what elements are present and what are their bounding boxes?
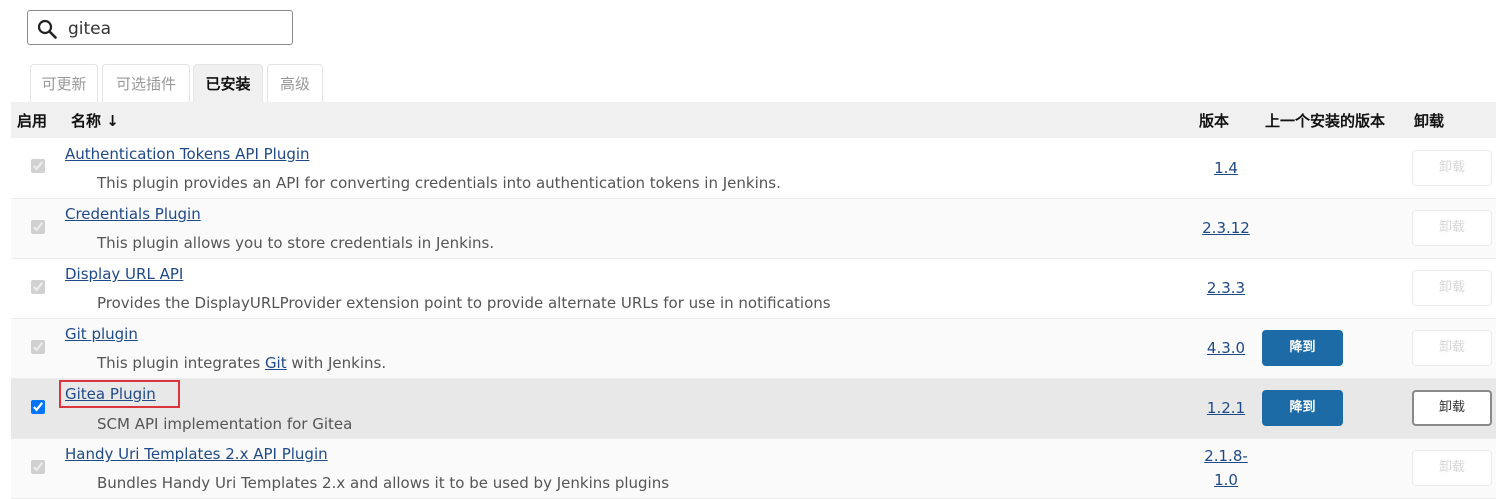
plugin-version-link[interactable]: 2.3.3 xyxy=(1207,279,1245,297)
table-header-row: 启用 名称 ↓ 版本 上一个安装的版本 卸载 xyxy=(11,102,1496,138)
tab-installed[interactable]: 已安装 xyxy=(193,64,263,102)
plugin-description: SCM API implementation for Gitea xyxy=(97,414,353,433)
plugin-name-link[interactable]: Git plugin xyxy=(65,325,141,343)
plugin-version-link[interactable]: 1.4 xyxy=(1214,159,1238,177)
search-box[interactable] xyxy=(27,10,293,45)
plugin-description: This plugin allows you to store credenti… xyxy=(97,234,495,252)
plugin-name-link[interactable]: Gitea Plugin xyxy=(59,379,180,408)
plugin-version-link[interactable]: 2.1.8- xyxy=(1204,447,1248,465)
uninstall-button[interactable]: 卸载 xyxy=(1412,390,1492,426)
plugin-enabled-checkbox[interactable] xyxy=(31,279,45,294)
plugin-version-link[interactable]: 1.2.1 xyxy=(1207,399,1245,417)
plugin-version-link[interactable]: 4.3.0 xyxy=(1207,339,1245,357)
plugin-enabled-checkbox[interactable] xyxy=(31,339,45,354)
git-link[interactable]: Git xyxy=(265,354,287,372)
uninstall-button[interactable]: 卸载 xyxy=(1412,450,1492,486)
plugin-version-link[interactable]: 2.3.12 xyxy=(1202,219,1250,237)
tab-updates[interactable]: 可更新 xyxy=(30,64,98,102)
table-row: Gitea Plugin SCM API implementation for … xyxy=(11,378,1496,438)
tab-available[interactable]: 可选插件 xyxy=(102,64,190,102)
plugin-description: This plugin integrates Git with Jenkins. xyxy=(97,354,1193,372)
search-icon xyxy=(37,19,57,39)
uninstall-button[interactable]: 卸载 xyxy=(1412,149,1492,186)
plugin-description: Bundles Handy Uri Templates 2.x and allo… xyxy=(97,474,670,492)
plugin-version-link[interactable]: 1.0 xyxy=(1214,471,1238,489)
table-row: Authentication Tokens API Plugin This pl… xyxy=(11,138,1496,198)
uninstall-button[interactable]: 卸载 xyxy=(1412,270,1492,306)
table-row: Handy Uri Templates 2.x API Plugin Bundl… xyxy=(11,438,1496,498)
downgrade-button[interactable]: 降到 xyxy=(1262,390,1343,426)
uninstall-button[interactable]: 卸载 xyxy=(1412,210,1492,246)
table-row: Credentials Plugin This plugin allows yo… xyxy=(11,198,1496,258)
description-text: with Jenkins. xyxy=(286,354,387,372)
header-version: 版本 xyxy=(1199,111,1230,130)
tab-advanced[interactable]: 高级 xyxy=(267,64,323,102)
plugin-enabled-checkbox[interactable] xyxy=(31,459,45,474)
plugin-enabled-checkbox[interactable] xyxy=(31,159,45,174)
plugin-name-link[interactable]: Handy Uri Templates 2.x API Plugin xyxy=(65,445,331,463)
header-previous-version: 上一个安装的版本 xyxy=(1265,111,1386,130)
plugin-description: This plugin provides an API for converti… xyxy=(97,173,781,192)
downgrade-button[interactable]: 降到 xyxy=(1262,330,1343,366)
plugin-name-link[interactable]: Credentials Plugin xyxy=(65,205,204,223)
plugin-description: Provides the DisplayURLProvider extensio… xyxy=(97,294,831,312)
search-input[interactable] xyxy=(66,15,290,43)
plugin-name-link[interactable]: Display URL API xyxy=(65,265,186,283)
plugin-name-link[interactable]: Authentication Tokens API Plugin xyxy=(65,145,313,163)
header-enabled: 启用 xyxy=(17,111,48,130)
table-row: Display URL API Provides the DisplayURLP… xyxy=(11,258,1496,318)
installed-plugins-table: 启用 名称 ↓ 版本 上一个安装的版本 卸载 Authentication To… xyxy=(11,102,1496,499)
uninstall-button[interactable]: 卸载 xyxy=(1412,330,1492,366)
table-row: Git plugin This plugin integrates Git wi… xyxy=(11,318,1496,378)
header-uninstall: 卸载 xyxy=(1414,111,1445,130)
header-name[interactable]: 名称 ↓ xyxy=(65,102,1193,138)
plugin-enabled-checkbox[interactable] xyxy=(31,219,45,234)
description-text: This plugin integrates xyxy=(97,354,265,372)
plugin-enabled-checkbox[interactable] xyxy=(31,399,45,414)
